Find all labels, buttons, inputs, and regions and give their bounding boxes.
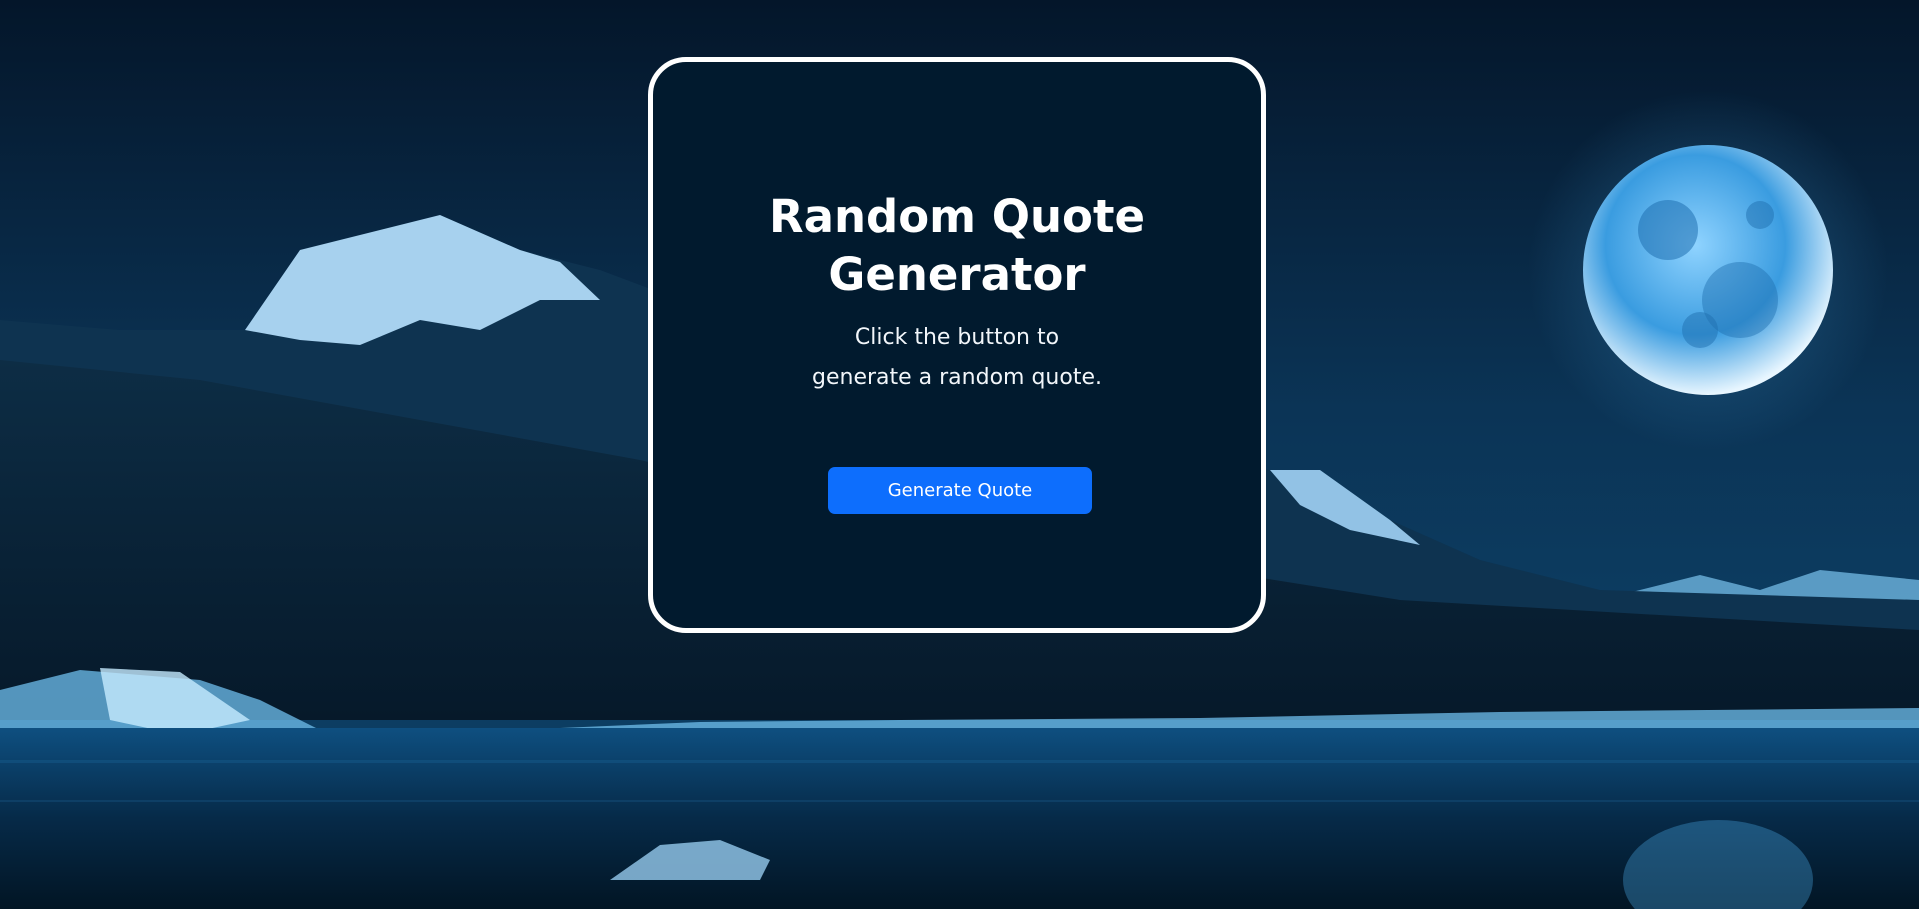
generate-quote-button[interactable]: Generate Quote — [828, 467, 1092, 514]
subtitle-text: Click the button to generate a random qu… — [812, 325, 1102, 390]
page-title: Random Quote Generator — [769, 190, 1145, 301]
quote-card: Random Quote Generator Click the button … — [648, 57, 1266, 633]
lake-reflection — [0, 728, 1919, 909]
moon-icon — [1528, 90, 1888, 450]
